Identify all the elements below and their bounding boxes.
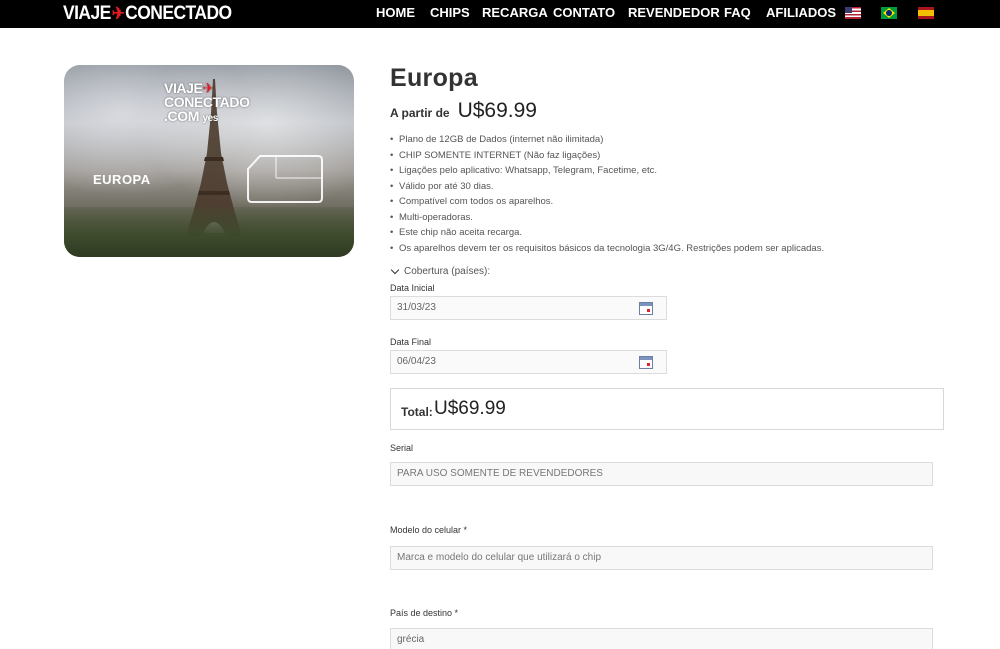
destination-input[interactable]: grécia — [390, 628, 933, 649]
sim-card-icon — [247, 155, 323, 203]
price-prefix: A partir de — [390, 106, 450, 120]
card-logo-line2: CONECTADO — [164, 94, 250, 110]
chevron-down-icon — [390, 265, 400, 275]
list-item: Multi-operadoras. — [390, 212, 824, 228]
nav-faq[interactable]: FAQ — [724, 5, 751, 20]
feature-list: Plano de 12GB de Dados (internet não ili… — [390, 134, 824, 258]
us-flag-icon[interactable] — [845, 7, 861, 19]
nav-chips[interactable]: CHIPS — [430, 5, 470, 20]
nav-afiliados[interactable]: AFILIADOS — [766, 5, 836, 20]
phone-model-input[interactable]: Marca e modelo do celular que utilizará … — [390, 546, 933, 570]
card-region-label: EUROPA — [93, 172, 151, 187]
total-label: Total: — [401, 405, 433, 419]
brazil-flag-icon[interactable] — [881, 7, 897, 19]
nav-contato[interactable]: CONTATO — [553, 5, 615, 20]
serial-input[interactable]: PARA USO SOMENTE DE REVENDEDORES — [390, 462, 933, 486]
coverage-label: Cobertura (países): — [404, 266, 491, 277]
logo-text-right: CONECTADO — [125, 3, 232, 24]
list-item: Compatível com todos os aparelhos. — [390, 196, 824, 212]
total-box: Total: U$69.99 — [390, 388, 944, 430]
coverage-toggle[interactable]: Cobertura (países): — [390, 265, 491, 277]
airplane-icon: ✈ — [111, 4, 125, 23]
card-logo-line3: .COM — [164, 108, 199, 124]
end-date-input[interactable]: 06/04/23 — [390, 350, 667, 374]
price-value: U$69.99 — [457, 99, 537, 122]
list-item: Este chip não aceita recarga. — [390, 227, 824, 243]
nav-revendedor[interactable]: REVENDEDOR — [628, 5, 720, 20]
end-date-value: 06/04/23 — [397, 356, 436, 367]
calendar-icon[interactable] — [639, 302, 653, 315]
serial-placeholder: PARA USO SOMENTE DE REVENDEDORES — [397, 468, 603, 479]
price-line: A partir de U$69.99 — [390, 99, 537, 123]
list-item: Os aparelhos devem ter os requisitos bás… — [390, 243, 824, 259]
phone-model-placeholder: Marca e modelo do celular que utilizará … — [397, 552, 601, 563]
calendar-icon[interactable] — [639, 356, 653, 369]
nav-recarga[interactable]: RECARGA — [482, 5, 548, 20]
product-title: Europa — [390, 64, 478, 92]
start-date-label: Data Inicial — [390, 283, 435, 293]
nav-home[interactable]: HOME — [376, 5, 415, 20]
end-date-label: Data Final — [390, 337, 432, 347]
list-item: Válido por até 30 dias. — [390, 181, 824, 197]
phone-model-label: Modelo do celular * — [390, 525, 468, 535]
product-image: VIAJE✈ CONECTADO .COM yes EUROPA — [64, 65, 354, 257]
serial-label: Serial — [390, 443, 414, 453]
logo-text-left: VIAJE — [63, 3, 111, 24]
site-logo[interactable]: VIAJE ✈ CONECTADO — [63, 3, 232, 25]
start-date-value: 31/03/23 — [397, 302, 436, 313]
destination-label: País de destino * — [390, 608, 459, 618]
card-ground — [64, 207, 354, 257]
total-value: U$69.99 — [434, 398, 506, 419]
card-logo-yes: yes — [202, 113, 218, 124]
start-date-input[interactable]: 31/03/23 — [390, 296, 667, 320]
list-item: Ligações pelo aplicativo: Whatsapp, Tele… — [390, 165, 824, 181]
list-item: Plano de 12GB de Dados (internet não ili… — [390, 134, 824, 150]
list-item: CHIP SOMENTE INTERNET (Não faz ligações) — [390, 150, 824, 166]
top-navigation-bar: VIAJE ✈ CONECTADO HOME CHIPS RECARGA CON… — [0, 0, 1000, 28]
spain-flag-icon[interactable] — [918, 7, 934, 19]
destination-value: grécia — [397, 634, 425, 645]
card-logo: VIAJE✈ CONECTADO .COM yes — [164, 81, 250, 126]
